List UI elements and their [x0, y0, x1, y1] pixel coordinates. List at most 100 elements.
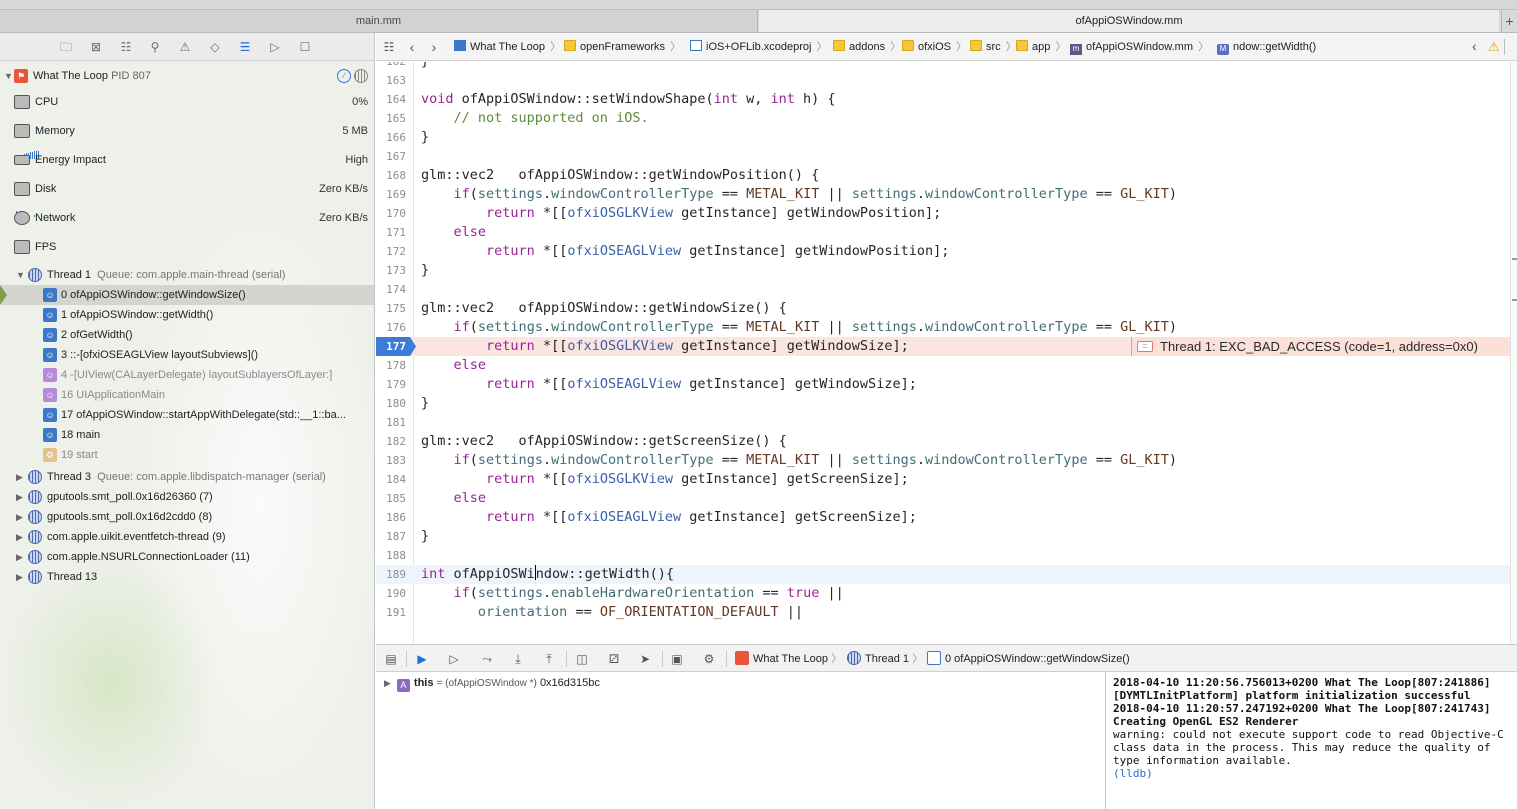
- editor-scrollbar[interactable]: [1510, 62, 1517, 644]
- code-line[interactable]: 170 return *[[ofxiOSGLKView getInstance]…: [376, 204, 1510, 223]
- gauge-row-memory[interactable]: Memory 5 MB: [0, 121, 374, 159]
- code-line[interactable]: 191 orientation == OF_ORIENTATION_DEFAUL…: [376, 603, 1510, 622]
- gauge-row-cpu[interactable]: CPU 0%: [0, 92, 374, 130]
- gauge-row-network[interactable]: Network Zero KB/s: [0, 208, 374, 246]
- debug-console[interactable]: 2018-04-10 11:20:56.756013+0200 What The…: [1107, 672, 1517, 809]
- breadcrumb-item[interactable]: What The Loop 〉: [454, 39, 561, 55]
- source-control-navigator-icon[interactable]: ⊠: [88, 39, 104, 55]
- code-line[interactable]: 171 else: [376, 223, 1510, 242]
- code-line[interactable]: 189 int ofAppiOSWindow::getWidth(){: [376, 565, 1510, 584]
- issue-navigator-icon[interactable]: ⚠: [177, 39, 193, 55]
- code-line[interactable]: 190 if(settings.enableHardwareOrientatio…: [376, 584, 1510, 603]
- breadcrumb-item[interactable]: Mndow::getWidth(): [1217, 39, 1316, 55]
- thread-filter-icon[interactable]: [354, 69, 368, 83]
- disclosure-right-icon[interactable]: ▶: [384, 678, 391, 688]
- thread-row[interactable]: ▶ gputools.smt_poll.0x16d26360 (7): [0, 487, 374, 507]
- breadcrumb-item[interactable]: addons 〉: [833, 39, 901, 55]
- disclosure-right-icon[interactable]: ▶: [16, 507, 23, 527]
- breadcrumb-item[interactable]: openFrameworks 〉: [564, 39, 681, 55]
- continue-icon[interactable]: ▷: [445, 651, 463, 667]
- report-navigator-icon[interactable]: ☐: [297, 39, 313, 55]
- gauge-row-energy[interactable]: Energy Impact High: [0, 150, 374, 170]
- thread-row[interactable]: ▶ com.apple.NSURLConnectionLoader (11): [0, 547, 374, 567]
- code-line[interactable]: 180}: [376, 394, 1510, 413]
- disclosure-right-icon[interactable]: ▶: [16, 467, 23, 487]
- code-line[interactable]: 174: [376, 280, 1510, 299]
- camera-icon[interactable]: ▣: [668, 651, 686, 667]
- gauge-row-disk[interactable]: Disk Zero KB/s: [0, 179, 374, 217]
- code-line[interactable]: 172 return *[[ofxiOSEAGLView getInstance…: [376, 242, 1510, 261]
- warning-icon[interactable]: ⚠: [1488, 39, 1500, 55]
- code-line[interactable]: 187}: [376, 527, 1510, 546]
- thread-row[interactable]: ▶ Thread 13: [0, 567, 374, 587]
- code-line[interactable]: 164 void ofAppiOSWindow::setWindowShape(i…: [376, 90, 1510, 109]
- variables-view[interactable]: ▶ Athis = (ofAppiOSWindow *) 0x16d315bc: [376, 672, 1106, 809]
- step-into-icon[interactable]: ⤓: [509, 651, 527, 667]
- debug-crumb-frame[interactable]: 0 ofAppiOSWindow::getWindowSize(): [927, 651, 1130, 667]
- hide-debug-area-icon[interactable]: ▤: [382, 651, 400, 667]
- breadcrumb-item[interactable]: ofxiOS 〉: [902, 39, 967, 55]
- disclosure-down-icon[interactable]: ▼: [4, 66, 13, 86]
- debug-crumb-thread[interactable]: Thread 1 〉: [847, 651, 923, 667]
- simulate-location-icon[interactable]: ➤: [636, 651, 654, 667]
- breakpoints-toggle-icon[interactable]: ▶: [413, 651, 431, 667]
- code-line[interactable]: 173}: [376, 261, 1510, 280]
- stack-frame-row[interactable]: ☺ 18 main: [0, 425, 374, 445]
- thread-row[interactable]: ▶ com.apple.uikit.eventfetch-thread (9): [0, 527, 374, 547]
- code-line[interactable]: 165 // not supported on iOS.: [376, 109, 1510, 128]
- disclosure-down-icon[interactable]: ▼: [16, 265, 25, 285]
- code-line[interactable]: 184 return *[[ofxiOSGLKView getInstance]…: [376, 470, 1510, 489]
- code-line[interactable]: 162}: [376, 62, 1510, 71]
- code-line[interactable]: 182 glm::vec2 ofAppiOSWindow::getScreenSi…: [376, 432, 1510, 451]
- back-arrow-icon[interactable]: ‹: [405, 39, 419, 55]
- code-line[interactable]: 168 glm::vec2 ofAppiOSWindow::getWindowPo…: [376, 166, 1510, 185]
- symbol-navigator-icon[interactable]: ☷: [118, 39, 134, 55]
- debug-navigator-icon[interactable]: ☰: [237, 39, 253, 55]
- stack-frame-row[interactable]: ☺ 2 ofGetWidth(): [0, 325, 374, 345]
- code-line[interactable]: 183 if(settings.windowControllerType == …: [376, 451, 1510, 470]
- gauge-row-fps[interactable]: FPS: [0, 237, 374, 257]
- code-line[interactable]: 175 glm::vec2 ofAppiOSWindow::getWindowSi…: [376, 299, 1510, 318]
- gear-icon[interactable]: ⚙: [700, 651, 718, 667]
- view-debugger-icon[interactable]: ◫: [573, 651, 591, 667]
- disclosure-right-icon[interactable]: ▶: [16, 527, 23, 547]
- code-line[interactable]: 166}: [376, 128, 1510, 147]
- stack-frame-row[interactable]: ☺ 4 -[UIView(CALayerDelegate) layoutSubla…: [0, 365, 374, 385]
- breadcrumb-item[interactable]: src 〉: [970, 39, 1017, 55]
- test-navigator-icon[interactable]: ◇: [207, 39, 223, 55]
- memory-graph-icon[interactable]: ⚂: [605, 651, 623, 667]
- breadcrumb-item[interactable]: m ofAppiOSWindow.mm 〉: [1070, 39, 1209, 55]
- code-line[interactable]: 179 return *[[ofxiOSEAGLView getInstance…: [376, 375, 1510, 394]
- stack-frame-row[interactable]: ☺ 3 ::-[ofxiOSEAGLView layoutSubviews](): [0, 345, 374, 365]
- previous-issue-icon[interactable]: ‹: [1472, 38, 1477, 54]
- code-line[interactable]: 186 return *[[ofxiOSEAGLView getInstance…: [376, 508, 1510, 527]
- tab-main-mm[interactable]: main.mm: [0, 10, 758, 32]
- thread-row[interactable]: ▶ gputools.smt_poll.0x16d2cdd0 (8): [0, 507, 374, 527]
- disclosure-right-icon[interactable]: ▶: [16, 547, 23, 567]
- step-out-icon[interactable]: ⤒: [540, 651, 558, 667]
- debug-gauge-icon[interactable]: ∕: [337, 69, 351, 83]
- code-line[interactable]: 185 else: [376, 489, 1510, 508]
- stack-frame-row[interactable]: ☺ 0 ofAppiOSWindow::getWindowSize(): [0, 285, 374, 305]
- debug-crumb-process[interactable]: What The Loop 〉: [735, 651, 842, 667]
- stack-frame-row[interactable]: ☺ 17 ofAppiOSWindow::startAppWithDelegate…: [0, 405, 374, 425]
- code-line[interactable]: 188: [376, 546, 1510, 565]
- disclosure-right-icon[interactable]: ▶: [16, 487, 23, 507]
- breadcrumb-item[interactable]: app 〉: [1016, 39, 1066, 55]
- breakpoint-navigator-icon[interactable]: ▷: [267, 39, 283, 55]
- stack-frame-row[interactable]: ⚙ 19 start: [0, 445, 374, 465]
- step-over-icon[interactable]: ⤳: [478, 651, 496, 667]
- add-tab-button[interactable]: +: [1501, 10, 1517, 32]
- lldb-prompt[interactable]: (lldb): [1113, 767, 1511, 780]
- stack-frame-row[interactable]: ☺ 1 ofAppiOSWindow::getWidth(): [0, 305, 374, 325]
- breadcrumb-item[interactable]: iOS+OFLib.xcodeproj 〉: [690, 39, 827, 55]
- thread-row[interactable]: ▶ Thread 3 Queue: com.apple.libdispatch-m…: [0, 467, 374, 487]
- error-annotation[interactable]: = Thread 1: EXC_BAD_ACCESS (code=1, addre…: [1131, 337, 1510, 356]
- code-line[interactable]: 167: [376, 147, 1510, 166]
- project-navigator-icon[interactable]: 🗀: [58, 39, 74, 55]
- thread-row-thread-1[interactable]: ▼ Thread 1 Queue: com.apple.main-thread …: [0, 265, 374, 285]
- stack-frame-row[interactable]: ☺ 16 UIApplicationMain: [0, 385, 374, 405]
- code-line[interactable]: 169 if(settings.windowControllerType == …: [376, 185, 1510, 204]
- process-row[interactable]: ▼ ⚑ What The Loop PID 807 ∕: [0, 66, 374, 86]
- code-line[interactable]: 178 else: [376, 356, 1510, 375]
